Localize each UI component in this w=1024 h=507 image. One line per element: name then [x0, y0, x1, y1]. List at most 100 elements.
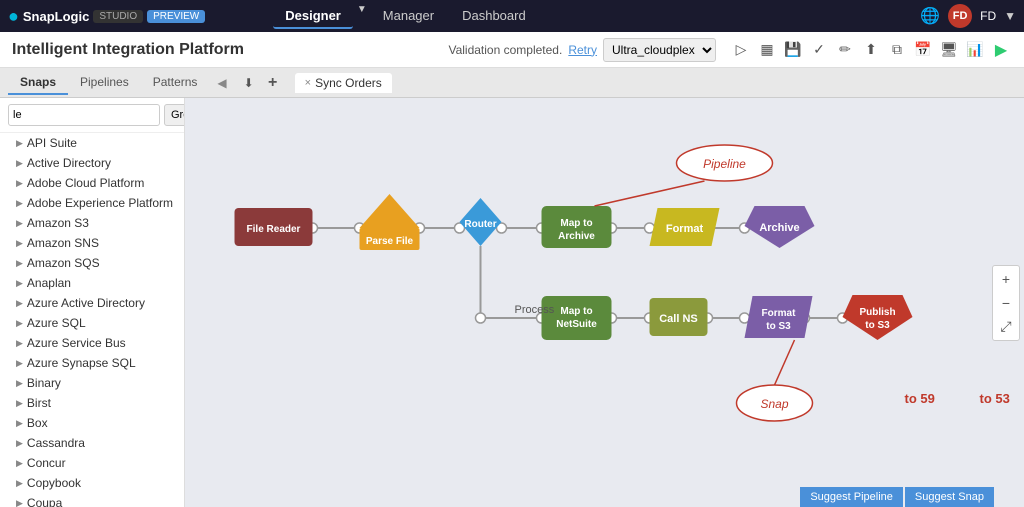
svg-text:Router: Router: [464, 219, 496, 230]
tab-dashboard[interactable]: Dashboard: [450, 4, 538, 29]
zoom-out-button[interactable]: −: [995, 292, 1017, 314]
sidebar-filter: Group by: [0, 98, 184, 133]
tab-manager[interactable]: Manager: [371, 4, 446, 29]
sidebar-item[interactable]: ▶Box: [0, 413, 184, 433]
user-dropdown-arrow[interactable]: ▼: [1004, 9, 1016, 23]
svg-text:to 59: to 59: [905, 391, 935, 406]
sidebar-item[interactable]: ▶Birst: [0, 393, 184, 413]
upload-icon[interactable]: ⬆: [860, 39, 882, 61]
svg-text:Parse File: Parse File: [366, 236, 414, 247]
secondary-bar: Intelligent Integration Platform Validat…: [0, 32, 1024, 68]
groupby-select[interactable]: Group by: [164, 104, 185, 126]
add-icon[interactable]: +: [263, 73, 283, 93]
pencil-icon[interactable]: ✏: [834, 39, 856, 61]
sidebar-item[interactable]: ▶Amazon S3: [0, 213, 184, 233]
sidebar-item[interactable]: ▶Adobe Experience Platform: [0, 193, 184, 213]
pipeline-svg: File Reader Parse File Router Map to Arc…: [185, 98, 1024, 507]
svg-text:Map to: Map to: [560, 218, 592, 229]
sidebar-item[interactable]: ▶Azure Synapse SQL: [0, 353, 184, 373]
svg-text:Snap: Snap: [760, 397, 788, 411]
username: FD: [980, 9, 996, 23]
run-icon[interactable]: ▶: [990, 39, 1012, 61]
process-label: Process: [515, 304, 555, 316]
validation-area: Validation completed. Retry Ultra_cloudp…: [448, 38, 1012, 62]
user-avatar[interactable]: FD: [948, 4, 972, 28]
snaplogic-logo: ●: [8, 6, 19, 27]
sidebar-item[interactable]: ▶Binary: [0, 373, 184, 393]
zoom-in-button[interactable]: +: [995, 268, 1017, 290]
validate-icon[interactable]: ✓: [808, 39, 830, 61]
grid-icon[interactable]: ▦: [756, 39, 778, 61]
snap-tabs: Snaps Pipelines Patterns: [8, 71, 209, 95]
svg-text:to S3: to S3: [865, 320, 890, 331]
router-node[interactable]: Router: [460, 198, 502, 246]
search-input[interactable]: [8, 104, 160, 126]
svg-text:Publish: Publish: [859, 307, 895, 318]
tab-action-icons: ⬇ +: [239, 73, 283, 93]
pipeline-tab-label: Sync Orders: [315, 76, 382, 90]
sidebar-item[interactable]: ▶Amazon SNS: [0, 233, 184, 253]
svg-text:NetSuite: NetSuite: [556, 319, 597, 330]
sidebar-item[interactable]: ▶Adobe Cloud Platform: [0, 173, 184, 193]
save-icon[interactable]: 💾: [782, 39, 804, 61]
sidebar-item[interactable]: ▶Active Directory: [0, 153, 184, 173]
tab-snaps[interactable]: Snaps: [8, 71, 68, 95]
suggest-pipeline-button[interactable]: Suggest Pipeline: [800, 487, 903, 507]
main-area: Group by ▶API Suite ▶Active Directory ▶A…: [0, 98, 1024, 507]
svg-text:to S3: to S3: [766, 321, 791, 332]
sidebar-item[interactable]: ▶Azure Service Bus: [0, 333, 184, 353]
map-to-netsuite-node[interactable]: Map to NetSuite: [542, 296, 612, 340]
preview-badge: PREVIEW: [147, 10, 205, 23]
calendar-icon[interactable]: 📅: [912, 39, 934, 61]
monitor-icon[interactable]: 🖥: [938, 39, 960, 61]
retry-link[interactable]: Retry: [568, 43, 597, 57]
fit-button[interactable]: ⤢: [995, 316, 1017, 338]
sidebar: Group by ▶API Suite ▶Active Directory ▶A…: [0, 98, 185, 507]
toolbar-icons: ▷ ▦ 💾 ✓ ✏ ⬆ ⧉ 📅 🖥 📊 ▶: [730, 39, 1012, 61]
download-icon[interactable]: ⬇: [239, 73, 259, 93]
sidebar-item[interactable]: ▶Concur: [0, 453, 184, 473]
designer-dropdown-arrow[interactable]: ▼: [357, 4, 367, 29]
svg-text:to 53: to 53: [980, 391, 1010, 406]
pipeline-callout: Pipeline: [595, 145, 773, 206]
map-to-archive-node[interactable]: Map to Archive: [542, 206, 612, 248]
globe-icon[interactable]: 🌐: [920, 6, 940, 26]
page-title: Intelligent Integration Platform: [12, 41, 448, 59]
svg-text:Pipeline: Pipeline: [703, 157, 746, 171]
archive-node[interactable]: Archive: [745, 206, 815, 248]
file-reader-node[interactable]: File Reader: [235, 208, 313, 246]
pipeline-select[interactable]: Ultra_cloudplex: [603, 38, 716, 62]
zoom-controls: + − ⤢: [992, 265, 1020, 341]
call-ns-node[interactable]: Call NS: [650, 298, 708, 336]
studio-badge: STUDIO: [93, 10, 143, 23]
tab-designer[interactable]: Designer: [273, 4, 353, 29]
copy-icon[interactable]: ⧉: [886, 39, 908, 61]
parse-file-node[interactable]: Parse File: [360, 194, 420, 250]
pipeline-canvas[interactable]: File Reader Parse File Router Map to Arc…: [185, 98, 1024, 507]
sidebar-item[interactable]: ▶Anaplan: [0, 273, 184, 293]
tab-left-arrow[interactable]: ◀: [213, 76, 230, 90]
tab-pipelines[interactable]: Pipelines: [68, 71, 141, 95]
sidebar-item[interactable]: ▶Azure SQL: [0, 313, 184, 333]
play-icon[interactable]: ▷: [730, 39, 752, 61]
sidebar-item[interactable]: ▶Amazon SQS: [0, 253, 184, 273]
sidebar-item[interactable]: ▶API Suite: [0, 133, 184, 153]
pipeline-tab-close[interactable]: ×: [305, 77, 311, 89]
format-node[interactable]: Format: [650, 208, 720, 246]
svg-text:Archive: Archive: [558, 231, 595, 242]
nav-tabs: Designer ▼ Manager Dashboard: [273, 4, 537, 29]
suggest-snap-button[interactable]: Suggest Snap: [905, 487, 994, 507]
svg-text:Call NS: Call NS: [659, 313, 698, 325]
publish-to-s3-node[interactable]: Publish to S3: [843, 295, 913, 340]
svg-text:Map to: Map to: [560, 306, 592, 317]
sidebar-item[interactable]: ▶Azure Active Directory: [0, 293, 184, 313]
chart-icon[interactable]: 📊: [964, 39, 986, 61]
sidebar-item[interactable]: ▶Copybook: [0, 473, 184, 493]
format-to-s3-node[interactable]: Format to S3: [745, 296, 813, 338]
sidebar-item[interactable]: ▶Coupa: [0, 493, 184, 507]
sidebar-item[interactable]: ▶Cassandra: [0, 433, 184, 453]
top-bar: ● SnapLogic STUDIO PREVIEW Designer ▼ Ma…: [0, 0, 1024, 32]
tab-patterns[interactable]: Patterns: [141, 71, 210, 95]
svg-text:Format: Format: [666, 223, 704, 235]
pipeline-tab-sync-orders[interactable]: × Sync Orders: [295, 73, 392, 93]
